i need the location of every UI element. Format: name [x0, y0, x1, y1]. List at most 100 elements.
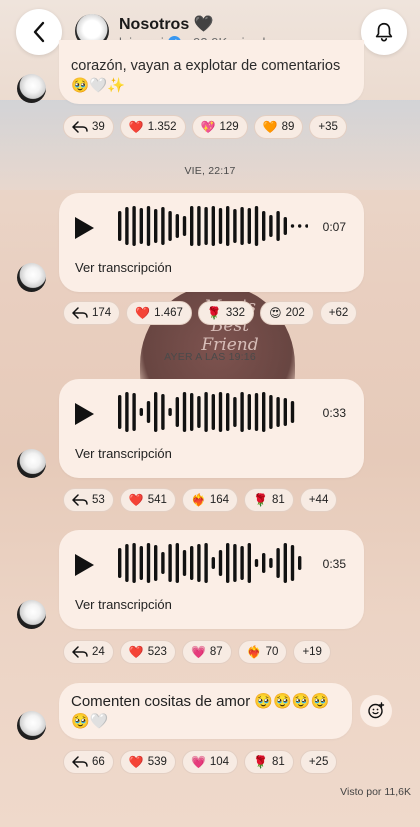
- waveform-bar: [154, 545, 158, 581]
- reply-count: 66: [92, 756, 105, 768]
- waveform-bar: [204, 392, 208, 432]
- reaction-chip[interactable]: 🌹 332: [197, 301, 255, 325]
- reaction-chip[interactable]: ❤️‍🔥 164: [181, 488, 239, 512]
- message-text-line: corazón, vayan a explotar de comentarios: [71, 58, 341, 74]
- more-reactions-count: +25: [308, 756, 329, 768]
- reactions-row-1: 39 ❤️ 1.352 💖 129 🧡 89 +35: [63, 115, 347, 139]
- waveform-bar: [262, 211, 266, 241]
- audio-waveform[interactable]: [108, 542, 308, 584]
- reaction-chip[interactable]: ❤️ 523: [119, 640, 176, 664]
- reaction-chip[interactable]: 🌹 81: [244, 750, 294, 774]
- sender-avatar[interactable]: [17, 711, 46, 740]
- reaction-chip[interactable]: 🌹 81: [244, 488, 294, 512]
- reactions-row-2: 174 ❤️ 1.467 🌹 332 😍 202 +62: [63, 301, 358, 325]
- waveform-bar: [254, 393, 259, 431]
- reply-count: 174: [92, 307, 112, 319]
- reaction-emoji: ❤️: [128, 755, 144, 769]
- waveform-bar: [269, 558, 273, 568]
- play-icon[interactable]: [75, 554, 94, 576]
- sender-avatar[interactable]: [17, 74, 46, 103]
- reaction-chip[interactable]: 💗 87: [181, 640, 232, 664]
- audio-waveform[interactable]: [108, 205, 308, 247]
- sender-avatar[interactable]: [17, 449, 46, 478]
- voice-message-2[interactable]: 0:33 Ver transcripción: [59, 379, 364, 478]
- reaction-emoji: 🌹: [253, 493, 269, 507]
- waveform-bar: [190, 206, 194, 246]
- date-separator: VIE, 22:17: [184, 165, 236, 177]
- waveform-bar: [139, 408, 143, 416]
- reaction-chip[interactable]: ❤️‍🔥 70: [237, 640, 288, 664]
- play-icon[interactable]: [75, 217, 94, 239]
- reaction-chip[interactable]: ❤️ 1.467: [126, 301, 192, 325]
- waveform-bar: [139, 208, 143, 244]
- voice-message-1[interactable]: 0:07 Ver transcripción: [59, 193, 364, 292]
- view-transcript-link[interactable]: Ver transcripción: [75, 446, 172, 461]
- more-reactions-chip[interactable]: +44: [299, 488, 338, 512]
- reaction-chip[interactable]: 💖 129: [191, 115, 248, 139]
- waveform-bar: [283, 217, 287, 235]
- view-transcript-link[interactable]: Ver transcripción: [75, 260, 172, 275]
- reaction-chip[interactable]: ❤️ 539: [119, 750, 176, 774]
- waveform-bar: [168, 544, 172, 582]
- waveform-bar: [132, 393, 136, 431]
- waveform-bar: [211, 557, 215, 569]
- more-reactions-chip[interactable]: +19: [293, 640, 331, 664]
- more-reactions-chip[interactable]: +62: [319, 301, 358, 325]
- more-reactions-count: +19: [302, 646, 322, 658]
- reaction-chip[interactable]: ❤️ 541: [119, 488, 176, 512]
- reaction-count: 81: [272, 756, 285, 768]
- reply-arrow-icon: [72, 121, 88, 133]
- waveform-bar: [233, 209, 237, 243]
- reaction-count: 332: [225, 307, 246, 319]
- waveform-bar: [240, 207, 244, 245]
- reply-chip[interactable]: 24: [63, 640, 114, 664]
- reaction-chip[interactable]: 🧡 89: [253, 115, 304, 139]
- voice-message-3[interactable]: 0:35 Ver transcripción: [59, 530, 364, 629]
- channel-title[interactable]: Nosotros 🖤: [119, 14, 214, 34]
- waveform-bar: [269, 395, 273, 429]
- waveform-bar: [211, 394, 215, 430]
- waveform-bar: [154, 209, 158, 243]
- reply-chip[interactable]: 53: [63, 488, 114, 512]
- reply-chip[interactable]: 174: [63, 301, 121, 325]
- waveform-bar: [146, 543, 151, 583]
- reaction-count: 164: [209, 494, 230, 506]
- reaction-chip[interactable]: 😍 202: [260, 301, 314, 325]
- more-reactions-chip[interactable]: +35: [309, 115, 347, 139]
- waveform-bar: [190, 393, 194, 431]
- waveform-bar: [254, 559, 259, 567]
- reply-chip[interactable]: 66: [63, 750, 114, 774]
- waveform-bar: [276, 211, 280, 241]
- waveform-bar: [290, 545, 295, 581]
- add-reaction-button[interactable]: [360, 695, 392, 727]
- seen-by-count[interactable]: Visto por 11,6K: [340, 786, 411, 798]
- waveform-bar: [182, 216, 187, 236]
- notifications-button[interactable]: [361, 9, 407, 55]
- sender-avatar[interactable]: [17, 600, 46, 629]
- waveform-bar: [132, 206, 136, 246]
- view-transcript-link[interactable]: Ver transcripción: [75, 597, 172, 612]
- reaction-emoji: 😍: [269, 306, 282, 320]
- message-bubble-text-2[interactable]: Comenten cositas de amor 🥹🥹🥹🥹🥹🤍: [59, 683, 352, 739]
- waveform-bar: [146, 401, 151, 423]
- more-reactions-chip[interactable]: +25: [299, 750, 338, 774]
- waveform-bar: [139, 546, 143, 580]
- reaction-emoji: 💖: [200, 120, 216, 134]
- more-reactions-count: +44: [308, 494, 329, 506]
- audio-waveform[interactable]: [108, 391, 308, 433]
- waveform-bar: [254, 206, 259, 246]
- back-button[interactable]: [16, 9, 62, 55]
- play-icon[interactable]: [75, 403, 94, 425]
- sender-avatar[interactable]: [17, 263, 46, 292]
- reaction-count: 70: [265, 646, 279, 658]
- message-text-emojis: 🥹🤍✨: [71, 78, 126, 94]
- waveform-bar: [175, 397, 179, 427]
- waveform-bar: [276, 548, 280, 578]
- waveform-bar: [276, 397, 280, 427]
- reaction-chip[interactable]: ❤️ 1.352: [119, 115, 186, 139]
- message-bubble-text-1[interactable]: corazón, vayan a explotar de comentarios…: [59, 40, 364, 104]
- waveform-bar: [240, 392, 244, 432]
- reply-chip[interactable]: 39: [63, 115, 114, 139]
- reaction-chip[interactable]: 💗 104: [181, 750, 239, 774]
- waveform-bar: [226, 206, 230, 246]
